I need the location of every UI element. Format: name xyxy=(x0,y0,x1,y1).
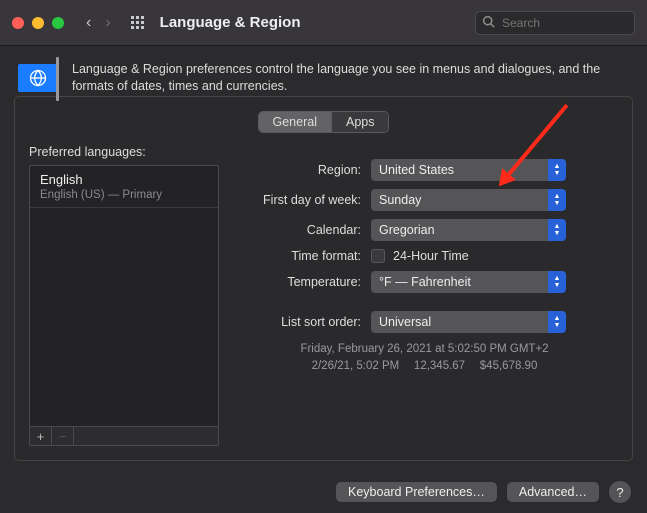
preferred-languages-list[interactable]: English English (US) — Primary xyxy=(29,165,219,427)
fullscreen-window-button[interactable] xyxy=(52,17,64,29)
keyboard-prefs-button[interactable]: Keyboard Preferences… xyxy=(336,482,497,502)
tab-bar: General Apps xyxy=(258,111,390,133)
preview-line-2: 2/26/21, 5:02 PM 12,345.67 $45,678.90 xyxy=(231,358,618,375)
listsort-select[interactable]: Universal ▲▼ xyxy=(371,311,566,333)
add-remove-bar: + − xyxy=(29,427,219,446)
minimize-window-button[interactable] xyxy=(32,17,44,29)
advanced-button[interactable]: Advanced… xyxy=(507,482,599,502)
show-all-prefs-icon[interactable] xyxy=(131,16,144,29)
timefmt-value: 24-Hour Time xyxy=(393,249,469,263)
updown-icon: ▲▼ xyxy=(548,271,566,293)
temperature-select[interactable]: °F — Fahrenheit ▲▼ xyxy=(371,271,566,293)
intro-text: Language & Region preferences control th… xyxy=(72,61,629,96)
region-label: Region: xyxy=(231,163,371,177)
updown-icon: ▲▼ xyxy=(548,219,566,241)
window-title: Language & Region xyxy=(160,14,301,31)
back-button[interactable]: ‹ xyxy=(86,14,91,32)
updown-icon: ▲▼ xyxy=(548,159,566,181)
preview-line-1: Friday, February 26, 2021 at 5:02:50 PM … xyxy=(231,341,618,358)
firstday-value: Sunday xyxy=(379,193,421,207)
bottom-bar: Keyboard Preferences… Advanced… ? xyxy=(0,471,647,513)
language-item[interactable]: English English (US) — Primary xyxy=(30,166,218,208)
firstday-select[interactable]: Sunday ▲▼ xyxy=(371,189,566,211)
traffic-lights xyxy=(12,17,64,29)
add-language-button[interactable]: + xyxy=(30,427,52,445)
preferred-languages-label: Preferred languages: xyxy=(29,145,219,159)
firstday-label: First day of week: xyxy=(231,193,371,207)
language-region-icon xyxy=(18,60,58,96)
language-name: English xyxy=(40,172,208,187)
format-preview: Friday, February 26, 2021 at 5:02:50 PM … xyxy=(231,341,618,376)
temperature-value: °F — Fahrenheit xyxy=(379,275,471,289)
region-select[interactable]: United States ▲▼ xyxy=(371,159,566,181)
timefmt-label: Time format: xyxy=(231,249,371,263)
tab-apps[interactable]: Apps xyxy=(331,112,389,132)
language-subtitle: English (US) — Primary xyxy=(40,189,208,201)
24hour-checkbox[interactable] xyxy=(371,249,385,263)
temperature-label: Temperature: xyxy=(231,275,371,289)
updown-icon: ▲▼ xyxy=(548,311,566,333)
calendar-label: Calendar: xyxy=(231,223,371,237)
calendar-value: Gregorian xyxy=(379,223,435,237)
forward-button: › xyxy=(105,14,110,32)
search-icon xyxy=(482,15,495,31)
search-input[interactable] xyxy=(475,11,635,35)
listsort-value: Universal xyxy=(379,315,431,329)
content-panel: General Apps Preferred languages: Englis… xyxy=(14,96,633,461)
titlebar: ‹ › Language & Region xyxy=(0,0,647,46)
remove-language-button: − xyxy=(52,427,74,445)
listsort-label: List sort order: xyxy=(231,315,371,329)
region-value: United States xyxy=(379,163,454,177)
calendar-select[interactable]: Gregorian ▲▼ xyxy=(371,219,566,241)
updown-icon: ▲▼ xyxy=(548,189,566,211)
nav-arrows: ‹ › xyxy=(86,14,111,32)
close-window-button[interactable] xyxy=(12,17,24,29)
tab-general[interactable]: General xyxy=(259,112,331,132)
